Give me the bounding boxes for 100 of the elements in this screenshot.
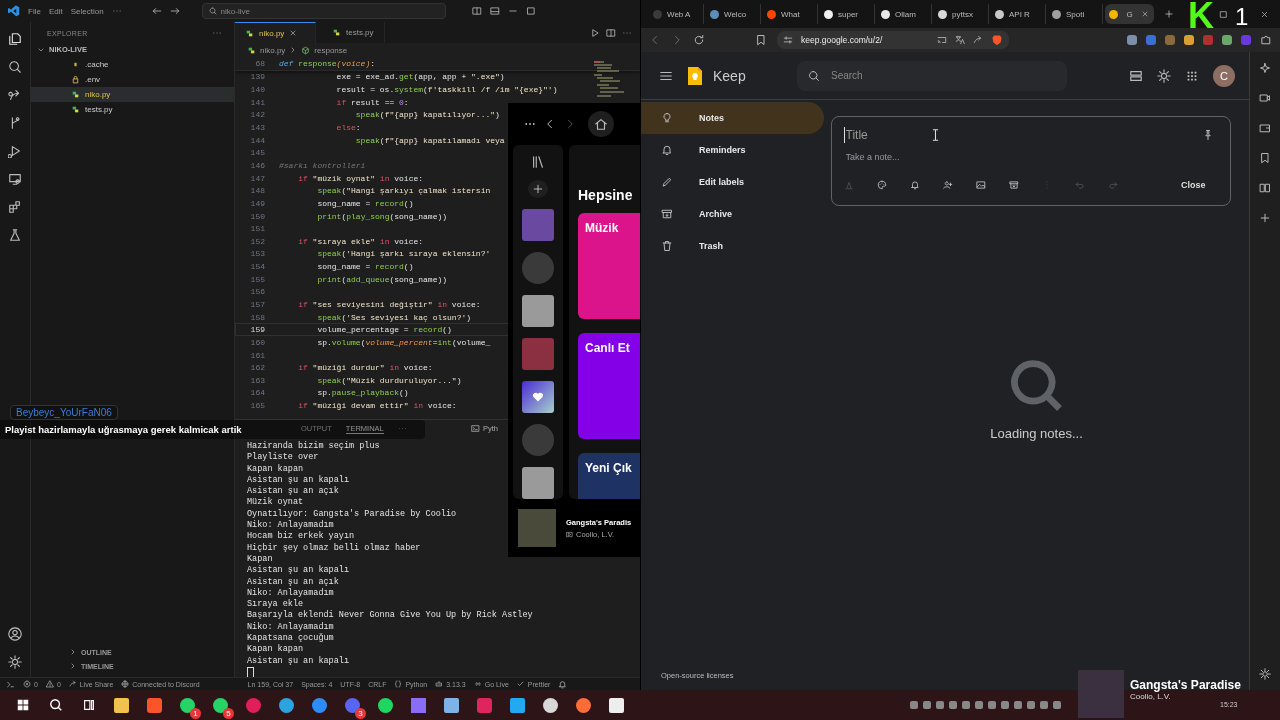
terminal-icon — [471, 424, 480, 433]
close-icon[interactable] — [289, 29, 298, 37]
monitor-icon[interactable] — [8, 172, 22, 186]
bookmark-icon[interactable] — [1259, 152, 1271, 164]
account-icon[interactable] — [8, 627, 22, 641]
editor-tab[interactable]: niko.py — [235, 21, 316, 44]
bell-icon[interactable] — [909, 180, 920, 190]
add-icon[interactable] — [1259, 212, 1271, 224]
browser-tab[interactable]: pyttsx — [934, 4, 989, 24]
explorer-item[interactable]: .cache — [31, 57, 234, 72]
browser-tab[interactable]: Welco — [706, 4, 761, 24]
browser-tab[interactable]: Ollam — [877, 4, 932, 24]
pencil-icon — [661, 176, 673, 188]
nav-item[interactable]: Trash — [641, 230, 824, 262]
browser-tab[interactable]: Web A — [649, 4, 704, 24]
cast-icon[interactable] — [937, 35, 947, 45]
loading-message: Loading notes... — [990, 426, 1083, 441]
back-arrow-icon[interactable] — [151, 6, 162, 16]
palette-icon[interactable] — [876, 180, 887, 190]
search-icon[interactable] — [8, 60, 22, 74]
nav-item[interactable]: Edit labels — [641, 166, 824, 198]
line-number: 163 — [249, 375, 266, 385]
remote-icon[interactable] — [6, 679, 15, 689]
category-card[interactable]: Canlı Et — [578, 333, 640, 439]
bookmark-icon[interactable] — [755, 34, 767, 46]
add-button[interactable] — [528, 180, 548, 198]
run-debug-icon[interactable] — [8, 144, 22, 158]
error-icon — [23, 680, 31, 688]
search-field[interactable]: Search — [797, 60, 1067, 91]
start-icon[interactable] — [15, 698, 30, 712]
sidebar-layout-icon[interactable] — [471, 6, 482, 16]
close-icon[interactable] — [1141, 10, 1149, 18]
close-icon[interactable] — [1260, 9, 1269, 19]
app-icon[interactable] — [345, 697, 360, 713]
menu-item[interactable]: File — [28, 6, 41, 16]
library-icon[interactable] — [531, 155, 545, 169]
wallet-icon[interactable] — [1259, 122, 1271, 134]
list-view-icon[interactable] — [1129, 68, 1143, 83]
browser-tab[interactable]: G — [1105, 4, 1154, 24]
editor-tab[interactable]: tests.py — [322, 22, 385, 43]
category-card[interactable]: Müzik — [578, 213, 640, 319]
terminal-line: Haziranda bizim seçim plus — [247, 441, 380, 452]
nav-item[interactable]: Reminders — [641, 134, 824, 166]
line-number: 144 — [249, 135, 266, 145]
home-button[interactable] — [588, 111, 614, 137]
maximize-icon[interactable] — [525, 6, 536, 16]
category-card[interactable]: Yeni Çık — [578, 453, 640, 499]
app-icon[interactable] — [246, 697, 261, 713]
panel-layout-icon[interactable] — [489, 6, 500, 16]
flask-icon[interactable] — [8, 228, 22, 242]
close-button[interactable]: Close — [1173, 177, 1214, 193]
menu-item[interactable]: Selection — [70, 6, 104, 16]
files-icon[interactable] — [8, 32, 22, 46]
note-field[interactable]: Take a note... — [843, 151, 968, 163]
explorer-item[interactable]: .env — [31, 72, 234, 87]
address-bar[interactable]: keep.google.com/u/2/ — [777, 31, 1009, 49]
new-tab-icon[interactable] — [1164, 9, 1174, 19]
video-icon[interactable] — [1259, 92, 1271, 104]
reload-icon[interactable] — [693, 34, 705, 46]
browser-tab[interactable]: super — [820, 4, 875, 24]
terminal-line: Asistan şu an kapalı — [247, 655, 350, 667]
explorer-item[interactable]: niko.py — [31, 87, 234, 102]
run-icon[interactable] — [590, 27, 600, 38]
browser-tab[interactable]: What — [763, 4, 818, 24]
search-icon — [808, 69, 820, 82]
sparkle-icon[interactable] — [1259, 62, 1271, 74]
liked-songs-tile[interactable] — [522, 381, 554, 413]
account-avatar[interactable]: C — [1213, 64, 1235, 87]
puzzle-icon[interactable] — [1260, 34, 1272, 46]
nav-item[interactable]: Archive — [641, 198, 824, 230]
task-view-icon[interactable] — [81, 698, 96, 712]
forward-arrow-icon[interactable] — [169, 6, 180, 16]
settings-icon[interactable] — [8, 655, 22, 669]
extensions-icon[interactable] — [8, 200, 22, 214]
explorer-item[interactable]: tests.py — [31, 102, 234, 117]
settings-icon[interactable] — [1259, 668, 1271, 680]
browser-tab[interactable]: API R — [991, 4, 1046, 24]
nav-item[interactable]: Notes — [641, 102, 824, 134]
settings-icon[interactable] — [1157, 68, 1171, 83]
code-line: else: — [335, 123, 361, 132]
app-icon[interactable] — [477, 697, 492, 713]
breadcrumb-item[interactable]: niko.py — [260, 45, 286, 55]
home-icon — [594, 117, 608, 131]
browser-tab[interactable]: Spoti — [1048, 4, 1103, 24]
share-icon[interactable] — [8, 88, 22, 102]
command-center-field[interactable]: niko-live — [201, 3, 446, 19]
menu-item[interactable]: Edit — [48, 6, 63, 16]
split-editor-icon[interactable] — [606, 27, 616, 38]
terminal-line: Kapan — [247, 553, 273, 565]
translate-icon[interactable] — [955, 35, 965, 45]
book-icon[interactable] — [1259, 182, 1271, 194]
bell-icon[interactable] — [558, 679, 568, 689]
archive-icon[interactable] — [1008, 180, 1019, 190]
breadcrumb-item[interactable]: response — [314, 45, 348, 55]
image-icon[interactable] — [975, 180, 986, 190]
share-icon[interactable] — [973, 35, 983, 45]
title-field[interactable]: Title — [843, 127, 928, 143]
add-person-icon[interactable] — [942, 180, 953, 190]
python-file-icon — [332, 28, 341, 37]
maximize-icon[interactable] — [1219, 9, 1228, 19]
